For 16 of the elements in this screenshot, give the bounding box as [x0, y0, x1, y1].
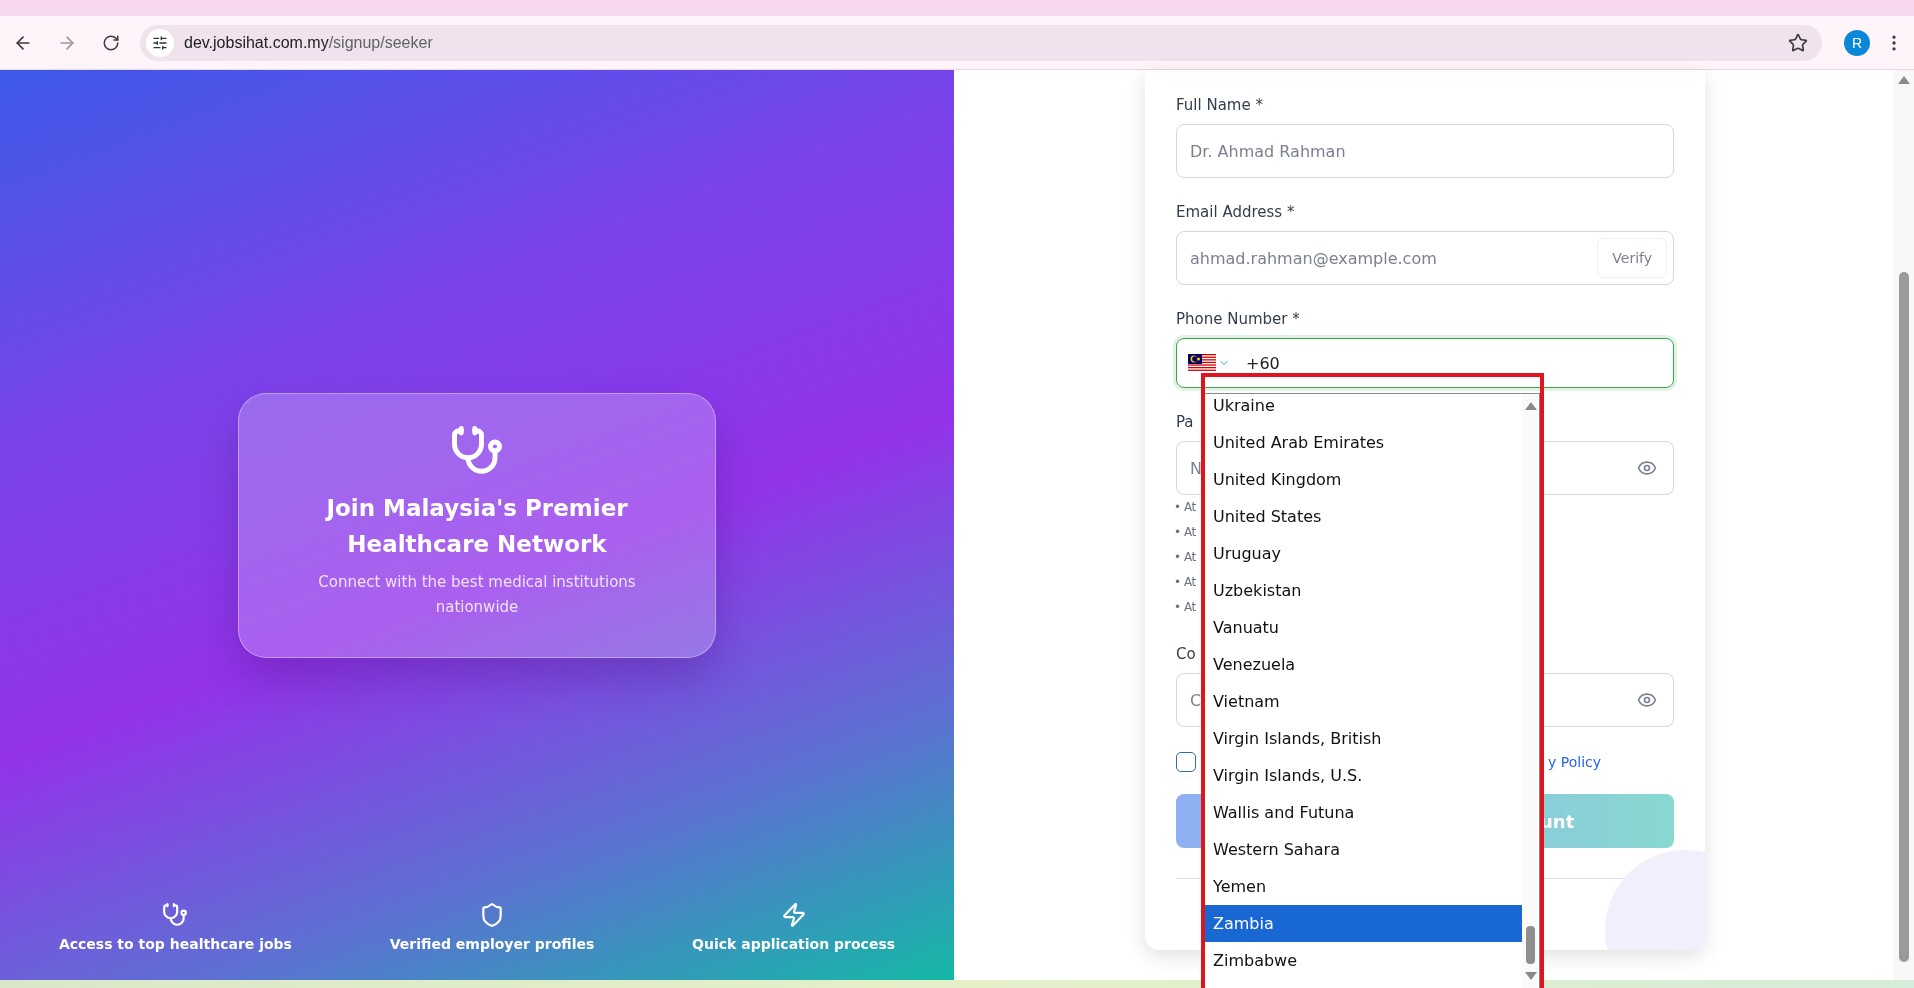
field-label: Phone Number * — [1176, 310, 1300, 328]
hero-title: Join Malaysia's Premier Healthcare Network — [324, 494, 629, 559]
feature-label: Quick application process — [692, 936, 896, 952]
url-text: dev.jobsihat.com.my/signup/seeker — [184, 33, 434, 52]
field-label: Email Address * — [1176, 203, 1295, 221]
field-label: Co — [1176, 645, 1196, 663]
feature-label: Access to top healthcare jobs — [58, 936, 292, 952]
password-rule: • At — [1174, 575, 1196, 591]
password-rule: • At — [1174, 600, 1196, 616]
feature-label: Verified employer profiles — [389, 936, 595, 952]
field-label: Pa — [1176, 413, 1194, 431]
field-label: Full Name * — [1176, 96, 1263, 114]
password-rule: • At — [1174, 525, 1196, 541]
password-rule: • At — [1174, 550, 1196, 566]
password-rule: • At — [1174, 500, 1196, 516]
hero-subtitle: Connect with the best medical institutions nationwide — [317, 572, 637, 618]
